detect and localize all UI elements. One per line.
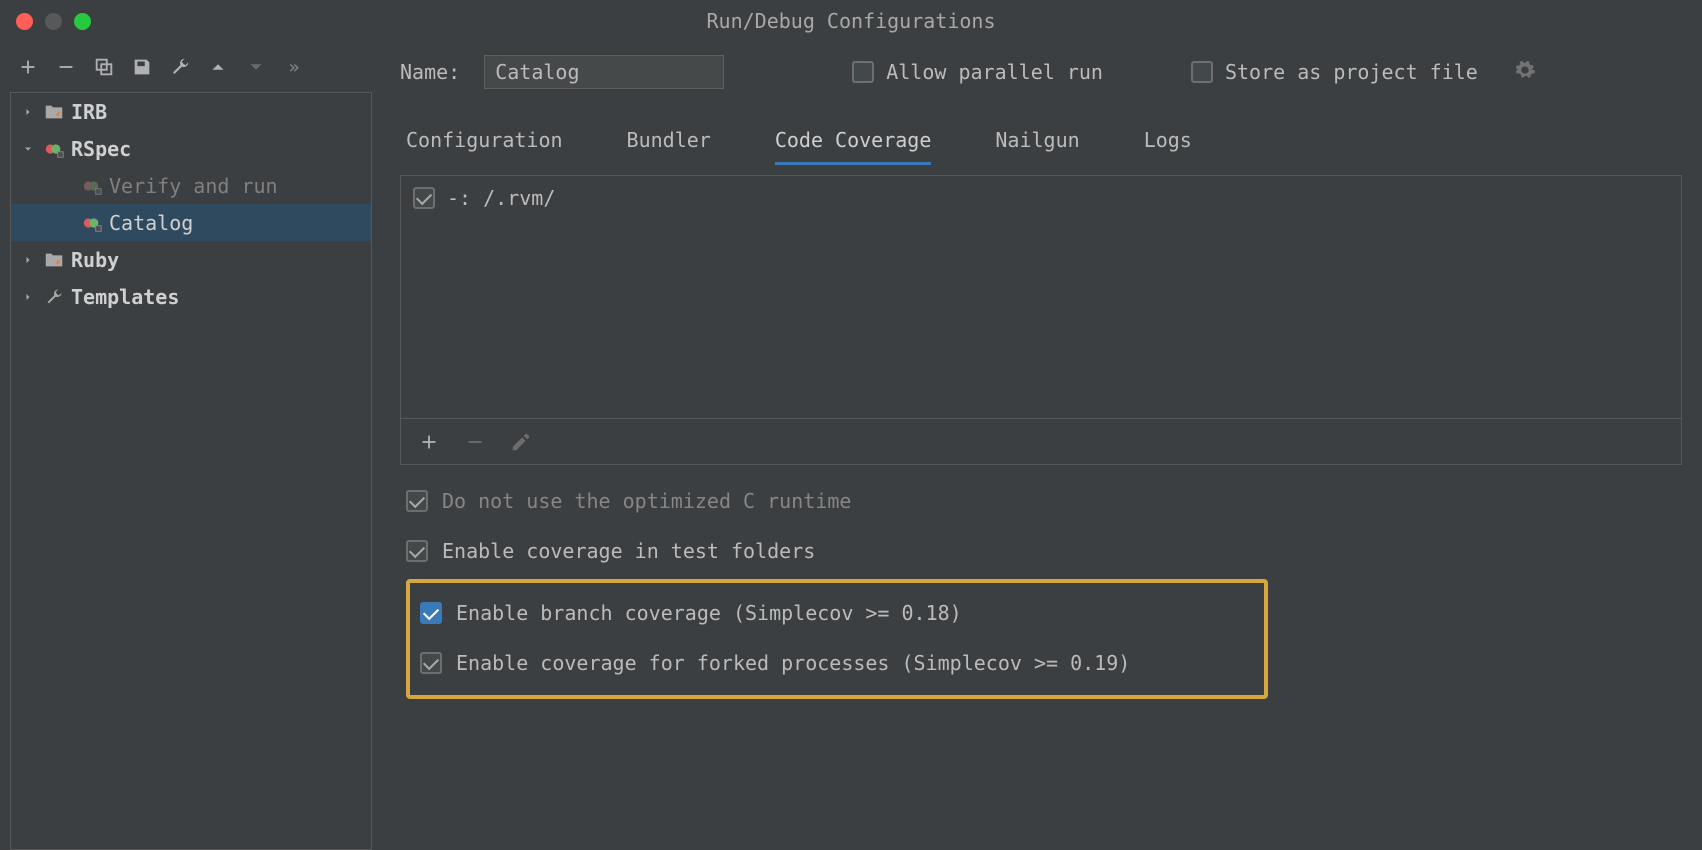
name-input[interactable] [484,55,724,89]
name-label: Name: [400,60,460,84]
opt-optimized-runtime[interactable]: Do not use the optimized C runtime [406,489,1682,513]
config-toolbar: » [0,42,382,92]
remove-icon[interactable] [52,53,80,81]
checkbox-icon [420,602,442,624]
tabs: Configuration Bundler Code Coverage Nail… [400,128,1682,165]
tree-label: Catalog [109,211,193,235]
tree-node-rspec[interactable]: RSpec [11,130,371,167]
tree-node-verify-and-run[interactable]: Verify and run [11,167,371,204]
checkbox-label: Do not use the optimized C runtime [442,489,851,513]
checkbox-label: Enable coverage for forked processes (Si… [456,651,1130,675]
close-window-button[interactable] [16,13,33,30]
tree-label: IRB [71,100,107,124]
exclusion-list: -: /.rvm/ [401,176,1681,418]
rspec-icon [81,212,103,234]
opt-forked-coverage[interactable]: Enable coverage for forked processes (Si… [420,651,1254,675]
checkbox-icon [413,187,435,209]
folder-irb-icon [43,101,65,123]
add-icon[interactable] [14,53,42,81]
config-tree: IRB RSpec Verify and run Catalog [10,92,372,850]
checkbox-icon [406,490,428,512]
folder-ruby-icon [43,249,65,271]
tree-label: Verify and run [109,174,278,198]
wrench-icon[interactable] [166,53,194,81]
tree-label: Ruby [71,248,119,272]
tab-configuration[interactable]: Configuration [406,128,563,165]
list-item-label: -: /.rvm/ [447,186,555,210]
titlebar: Run/Debug Configurations [0,0,1702,42]
checkbox-label: Allow parallel run [886,60,1103,84]
checkbox-icon [406,540,428,562]
tree-node-templates[interactable]: Templates [11,278,371,315]
remove-icon[interactable] [461,428,489,456]
add-icon[interactable] [415,428,443,456]
coverage-options: Do not use the optimized C runtime Enabl… [400,489,1682,699]
chevron-down-icon [19,143,37,155]
move-up-icon[interactable] [204,53,232,81]
checkbox-label: Store as project file [1225,60,1478,84]
chevron-right-icon [19,106,37,118]
list-item[interactable]: -: /.rvm/ [413,186,1669,210]
checkbox-icon [420,652,442,674]
tree-label: RSpec [71,137,131,161]
name-row: Name: Allow parallel run Store as projec… [400,50,1682,94]
rspec-icon [43,138,65,160]
highlight-box: Enable branch coverage (Simplecov >= 0.1… [406,579,1268,699]
tab-nailgun[interactable]: Nailgun [995,128,1079,165]
gear-icon[interactable] [1514,59,1536,86]
chevron-right-icon [19,254,37,266]
tab-logs[interactable]: Logs [1144,128,1192,165]
zoom-window-button[interactable] [74,13,91,30]
tree-node-ruby[interactable]: Ruby [11,241,371,278]
checkbox-label: Enable coverage in test folders [442,539,815,563]
tree-node-catalog[interactable]: Catalog [11,204,371,241]
tab-code-coverage[interactable]: Code Coverage [775,128,932,165]
coverage-exclusion-panel: -: /.rvm/ [400,175,1682,465]
checkbox-icon [1191,61,1213,83]
tab-bundler[interactable]: Bundler [627,128,711,165]
tree-node-irb[interactable]: IRB [11,93,371,130]
store-as-file-checkbox[interactable]: Store as project file [1191,60,1478,84]
content: » IRB RSpec Verify and run [0,42,1702,850]
checkbox-icon [852,61,874,83]
right-pane: Name: Allow parallel run Store as projec… [382,42,1702,850]
opt-branch-coverage[interactable]: Enable branch coverage (Simplecov >= 0.1… [420,601,1254,625]
copy-icon[interactable] [90,53,118,81]
checkbox-label: Enable branch coverage (Simplecov >= 0.1… [456,601,962,625]
edit-icon[interactable] [507,428,535,456]
minimize-window-button[interactable] [45,13,62,30]
more-icon[interactable]: » [280,53,308,81]
window-title: Run/Debug Configurations [707,9,996,33]
left-pane: » IRB RSpec Verify and run [0,42,382,850]
allow-parallel-checkbox[interactable]: Allow parallel run [852,60,1103,84]
tree-label: Templates [71,285,179,309]
move-down-icon[interactable] [242,53,270,81]
save-icon[interactable] [128,53,156,81]
traffic-lights [16,13,91,30]
opt-coverage-test-folders[interactable]: Enable coverage in test folders [406,539,1682,563]
chevron-right-icon [19,291,37,303]
rspec-icon [81,175,103,197]
exclusion-toolbar [401,418,1681,464]
wrench-icon [43,286,65,308]
